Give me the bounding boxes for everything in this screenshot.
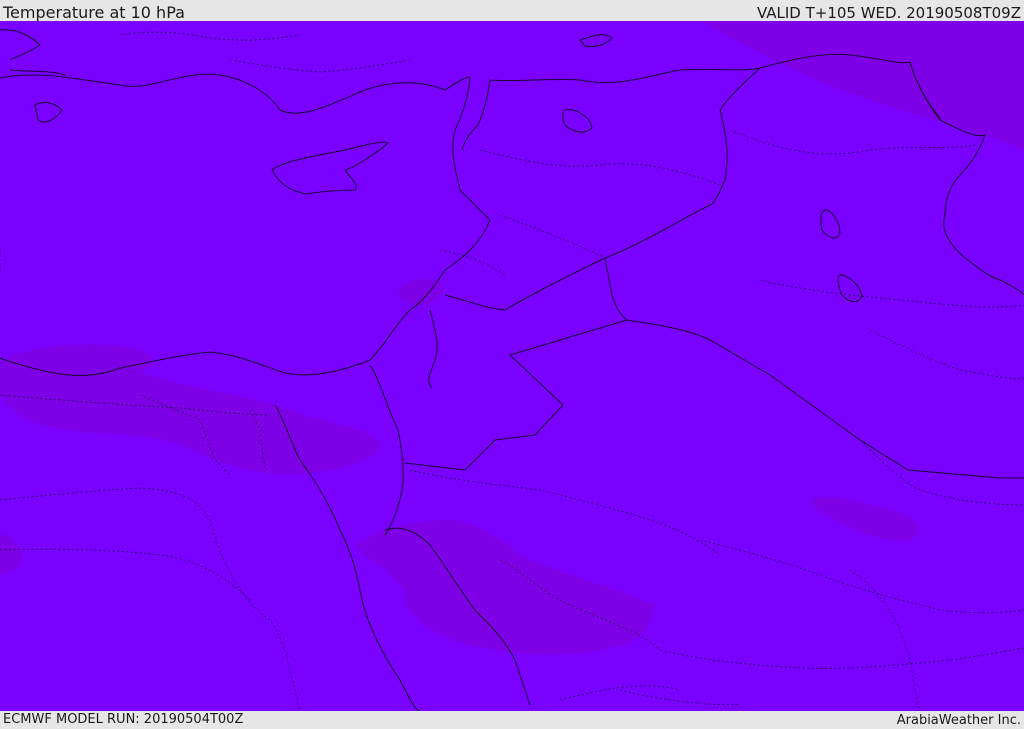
valid-time-label: VALID T+105 WED. 20190508T09Z [756,4,1021,22]
map-footer: ECMWF MODEL RUN: 20190504T00Z ArabiaWeat… [0,711,1024,729]
map-header: Temperature at 10 hPa VALID T+105 WED. 2… [0,0,1024,22]
model-run-label: ECMWF MODEL RUN: 20190504T00Z [3,712,244,727]
map-title: Temperature at 10 hPa [3,3,185,22]
map-canvas[interactable] [0,21,1024,711]
credit-label: ArabiaWeather Inc. [896,713,1021,728]
